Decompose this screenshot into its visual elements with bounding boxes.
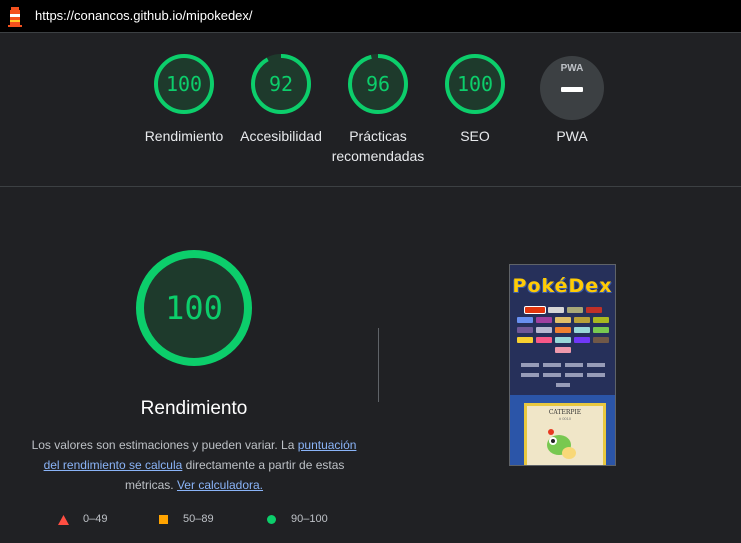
lighthouse-icon xyxy=(8,7,22,27)
pokedex-logo: PokéDex xyxy=(512,275,613,297)
label-line: recomendadas xyxy=(331,148,425,164)
top-bar: https://conancos.github.io/mipokedex/ xyxy=(0,0,741,33)
main-performance-gauge: 100 xyxy=(134,248,254,368)
gauge-label-pwa: PWA xyxy=(556,128,588,144)
caterpie-image-icon xyxy=(547,429,576,459)
gauge-accessibility[interactable]: 92 xyxy=(249,52,313,116)
score-description: Los valores son estimaciones y pueden va… xyxy=(28,435,360,495)
card-name: CATERPIE xyxy=(548,409,582,416)
page-screenshot[interactable]: PokéDex CATERPIE # 0010 xyxy=(509,264,616,466)
average-square-icon xyxy=(159,515,168,524)
gauge-score: 100 xyxy=(456,72,494,96)
fail-triangle-icon xyxy=(58,515,69,525)
gauge-score: 96 xyxy=(365,72,391,96)
legend-fail: 0–49 xyxy=(83,513,108,525)
page-url[interactable]: https://conancos.github.io/mipokedex/ xyxy=(35,8,253,23)
pokemon-card-area: CATERPIE # 0010 xyxy=(510,395,615,465)
legend-average: 50–89 xyxy=(183,513,214,525)
gauge-label-best-practices: Prácticas recomendadas xyxy=(323,126,433,166)
pass-circle-icon xyxy=(267,515,276,524)
main-score: 100 xyxy=(165,289,223,327)
desc-text: Los valores son estimaciones y pueden va… xyxy=(31,438,298,452)
divider xyxy=(0,186,741,187)
gauge-score: 100 xyxy=(165,72,203,96)
gauge-score: 92 xyxy=(268,72,294,96)
label-line: Prácticas xyxy=(349,128,407,144)
gauge-label-accessibility: Accesibilidad xyxy=(240,128,322,144)
gauge-label-seo: SEO xyxy=(460,128,490,144)
main-title: Rendimiento xyxy=(140,398,248,419)
generation-filters xyxy=(516,363,610,387)
pwa-badge-text: PWA xyxy=(560,63,584,74)
gauge-pwa[interactable]: PWA xyxy=(540,56,604,120)
pokemon-card: CATERPIE # 0010 xyxy=(524,403,606,465)
gauge-seo[interactable]: 100 xyxy=(443,52,507,116)
type-filter-chips xyxy=(516,306,610,353)
gauge-label-performance: Rendimiento xyxy=(144,128,224,144)
legend-pass: 90–100 xyxy=(291,513,328,525)
gauge-best-practices[interactable]: 96 xyxy=(346,52,410,116)
calculator-link[interactable]: Ver calculadora. xyxy=(177,478,263,492)
vertical-divider xyxy=(378,328,379,402)
gauge-performance[interactable]: 100 xyxy=(152,52,216,116)
